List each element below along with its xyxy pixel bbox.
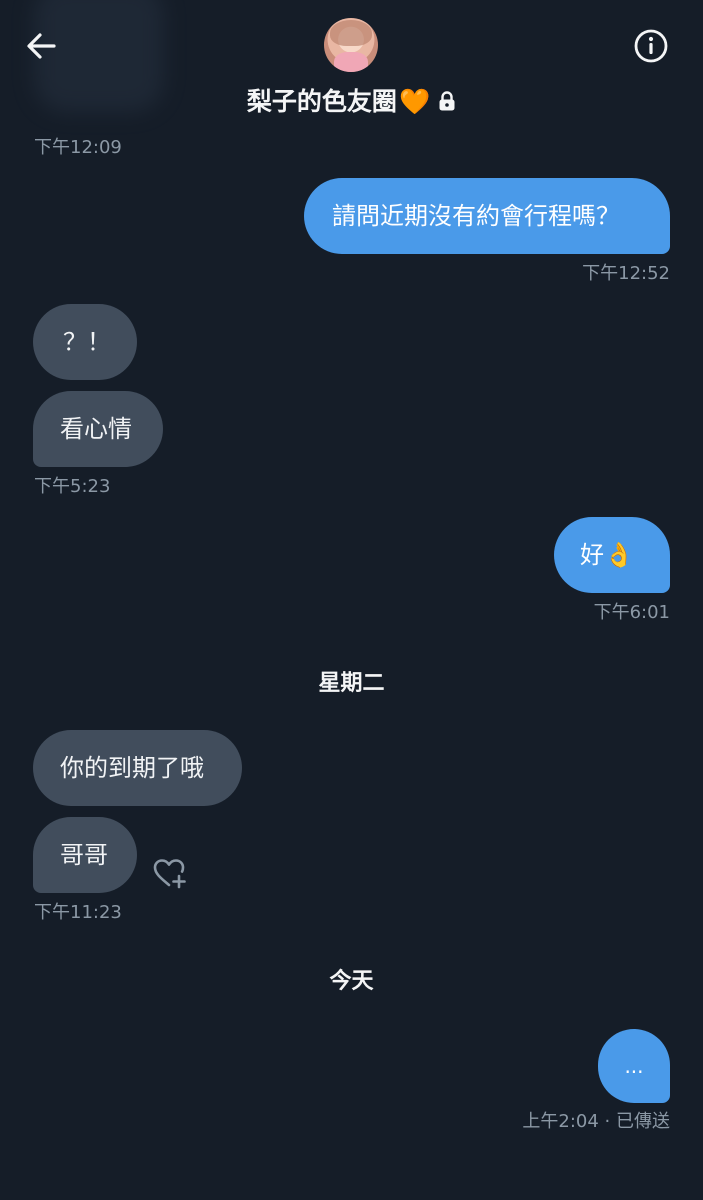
message-text: ... bbox=[624, 1054, 644, 1078]
back-arrow-icon[interactable] bbox=[22, 26, 62, 66]
conversation-title[interactable]: 梨子的色友圈🧡 bbox=[0, 82, 703, 118]
outgoing-message-bubble[interactable]: 好👌 bbox=[554, 517, 670, 593]
message-text: 請問近期沒有約會行程嗎？ bbox=[332, 202, 620, 230]
incoming-message-bubble[interactable]: 看心情 bbox=[33, 391, 163, 467]
conversation-title-text: 梨子的色友圈 bbox=[246, 87, 397, 116]
outgoing-message-bubble[interactable]: ... bbox=[598, 1029, 670, 1103]
lock-icon bbox=[438, 89, 456, 118]
message-text: 哥哥 bbox=[60, 841, 108, 869]
day-separator: 星期二 bbox=[318, 671, 385, 696]
day-separator: 今天 bbox=[329, 969, 374, 994]
message-text: 好👌 bbox=[580, 541, 634, 569]
incoming-message-bubble[interactable]: 哥哥 bbox=[33, 817, 137, 893]
message-status-timestamp: 上午2:04 · 已傳送 bbox=[522, 1111, 670, 1132]
incoming-message-bubble[interactable]: 你的到期了哦 bbox=[33, 730, 242, 806]
message-timestamp: 下午6:01 bbox=[593, 602, 670, 623]
incoming-message-bubble[interactable]: ？！ bbox=[33, 304, 137, 380]
add-reaction-heart-icon[interactable] bbox=[152, 856, 190, 892]
outgoing-message-bubble[interactable]: 請問近期沒有約會行程嗎？ bbox=[304, 178, 670, 254]
message-text: 看心情 bbox=[60, 415, 132, 443]
message-timestamp: 下午12:52 bbox=[582, 263, 670, 284]
orange-heart-emoji: 🧡 bbox=[398, 87, 431, 116]
message-text: 你的到期了哦 bbox=[60, 754, 204, 782]
message-timestamp: 下午5:23 bbox=[34, 476, 111, 497]
chat-header: 梨子的色友圈🧡 bbox=[0, 0, 703, 120]
info-icon[interactable] bbox=[632, 27, 670, 65]
message-timestamp: 下午11:23 bbox=[34, 902, 122, 923]
message-text: ？！ bbox=[63, 328, 111, 356]
message-timestamp: 下午12:09 bbox=[34, 137, 122, 158]
chat-screen: 梨子的色友圈🧡 下午12:09 請問近期沒有約會行程嗎？ 下午12:52 ？！ … bbox=[0, 0, 703, 1200]
avatar[interactable] bbox=[324, 18, 378, 72]
